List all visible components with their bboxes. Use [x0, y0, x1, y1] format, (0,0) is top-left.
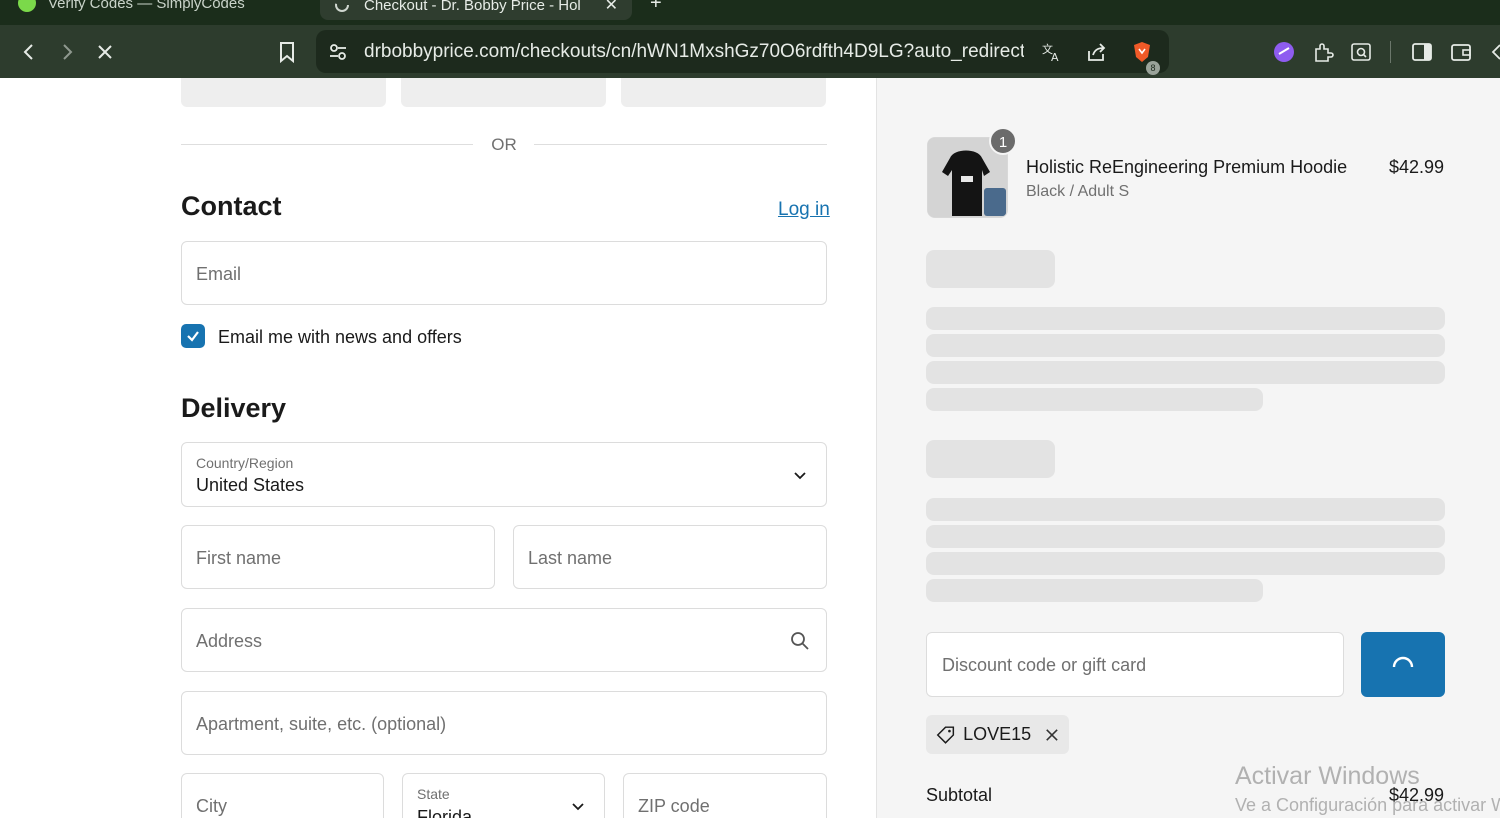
chevron-down-icon — [572, 803, 584, 811]
loading-skeleton — [926, 552, 1445, 575]
checkmark-icon — [187, 331, 199, 342]
loading-skeleton — [926, 388, 1263, 411]
leo-ai-icon[interactable] — [1270, 38, 1298, 66]
loading-skeleton — [926, 334, 1445, 357]
loading-skeleton — [926, 525, 1445, 548]
address-bar[interactable]: drbobbyprice.com/checkouts/cn/hWN1MxshGz… — [316, 30, 1169, 73]
sidebar-toggle-icon[interactable] — [1408, 38, 1436, 66]
login-link[interactable]: Log in — [778, 199, 830, 221]
country-select[interactable]: Country/Region United States — [181, 442, 827, 507]
quantity-badge: 1 — [989, 127, 1017, 155]
loading-skeleton — [926, 250, 1055, 288]
order-summary: 1 Holistic ReEngineering Premium Hoodie … — [876, 78, 1500, 818]
loading-skeleton — [926, 498, 1445, 521]
loading-skeleton — [926, 579, 1263, 602]
tab-title: Checkout - Dr. Bobby Price - Hol — [364, 0, 581, 14]
close-tab-icon[interactable]: ✕ — [605, 0, 618, 15]
product-price: $42.99 — [1388, 157, 1444, 177]
search-icon[interactable] — [790, 631, 810, 651]
stop-loading-icon[interactable] — [91, 38, 119, 66]
site-settings-icon[interactable] — [324, 38, 352, 66]
delivery-heading: Delivery — [181, 393, 287, 423]
tab-simplycodes[interactable]: Verify Codes — SimplyCodes — [18, 0, 245, 14]
tab-strip: Verify Codes — SimplyCodes Checkout - Dr… — [0, 0, 1500, 25]
toolbar-divider — [1390, 41, 1391, 63]
new-tab-button[interactable]: + — [650, 0, 662, 15]
shields-count-badge: 8 — [1146, 61, 1160, 75]
subtotal-label: Subtotal — [926, 785, 993, 805]
first-name-field[interactable]: First name — [181, 525, 495, 589]
page-search-icon[interactable] — [1347, 38, 1375, 66]
forward-icon[interactable] — [53, 38, 81, 66]
loading-skeleton — [926, 361, 1445, 384]
remove-discount-icon[interactable] — [1045, 727, 1059, 743]
product-variant: Black / Adult S — [1026, 183, 1130, 200]
apartment-field[interactable]: Apartment, suite, etc. (optional) — [181, 691, 827, 755]
email-field[interactable]: Email — [181, 241, 827, 305]
discount-code-text: LOVE15 — [963, 724, 1032, 744]
loading-skeleton — [926, 307, 1445, 330]
windows-activation-watermark: Activar Windows — [1235, 762, 1420, 790]
product-name: Holistic ReEngineering Premium Hoodie — [1026, 157, 1348, 177]
share-icon[interactable] — [1082, 38, 1110, 66]
browser-toolbar: drbobbyprice.com/checkouts/cn/hWN1MxshGz… — [0, 25, 1500, 78]
loading-spinner-icon — [1392, 656, 1414, 667]
menu-icon[interactable] — [1484, 38, 1500, 66]
express-checkout-button[interactable] — [401, 78, 606, 107]
bookmark-icon[interactable] — [273, 38, 301, 66]
or-divider: OR — [181, 135, 827, 155]
translate-icon[interactable]: 文A — [1038, 38, 1066, 66]
applied-discount-tag: LOVE15 — [926, 715, 1069, 754]
wallet-icon[interactable] — [1447, 38, 1475, 66]
apply-discount-button[interactable] — [1361, 632, 1445, 697]
address-field[interactable]: Address — [181, 608, 827, 672]
tab-checkout[interactable]: Checkout - Dr. Bobby Price - Hol ✕ — [320, 0, 632, 20]
newsletter-checkbox[interactable] — [181, 324, 205, 348]
tag-icon — [936, 725, 955, 744]
state-select[interactable]: State Florida — [402, 773, 605, 818]
contact-heading: Contact — [181, 191, 282, 221]
extensions-icon[interactable] — [1309, 38, 1337, 66]
windows-activation-hint: Ve a Configuración para activar W — [1235, 795, 1500, 815]
tab-title: Verify Codes — SimplyCodes — [48, 0, 245, 12]
simplycodes-favicon-icon — [18, 0, 36, 12]
zip-field[interactable]: ZIP code — [623, 773, 827, 818]
loading-skeleton — [926, 440, 1055, 478]
checkout-form: OR Contact Log in Email Email me with ne… — [0, 78, 876, 818]
back-icon[interactable] — [15, 38, 43, 66]
discount-code-field[interactable]: Discount code or gift card — [926, 632, 1344, 697]
newsletter-label[interactable]: Email me with news and offers — [218, 327, 462, 348]
express-checkout-button[interactable] — [621, 78, 826, 107]
last-name-field[interactable]: Last name — [513, 525, 827, 589]
city-field[interactable]: City — [181, 773, 384, 818]
chevron-down-icon — [794, 472, 806, 480]
express-checkout-button[interactable] — [181, 78, 386, 107]
svg-text:A: A — [1051, 51, 1059, 63]
loading-favicon-icon — [335, 0, 349, 12]
url-text[interactable]: drbobbyprice.com/checkouts/cn/hWN1MxshGz… — [364, 41, 1024, 63]
